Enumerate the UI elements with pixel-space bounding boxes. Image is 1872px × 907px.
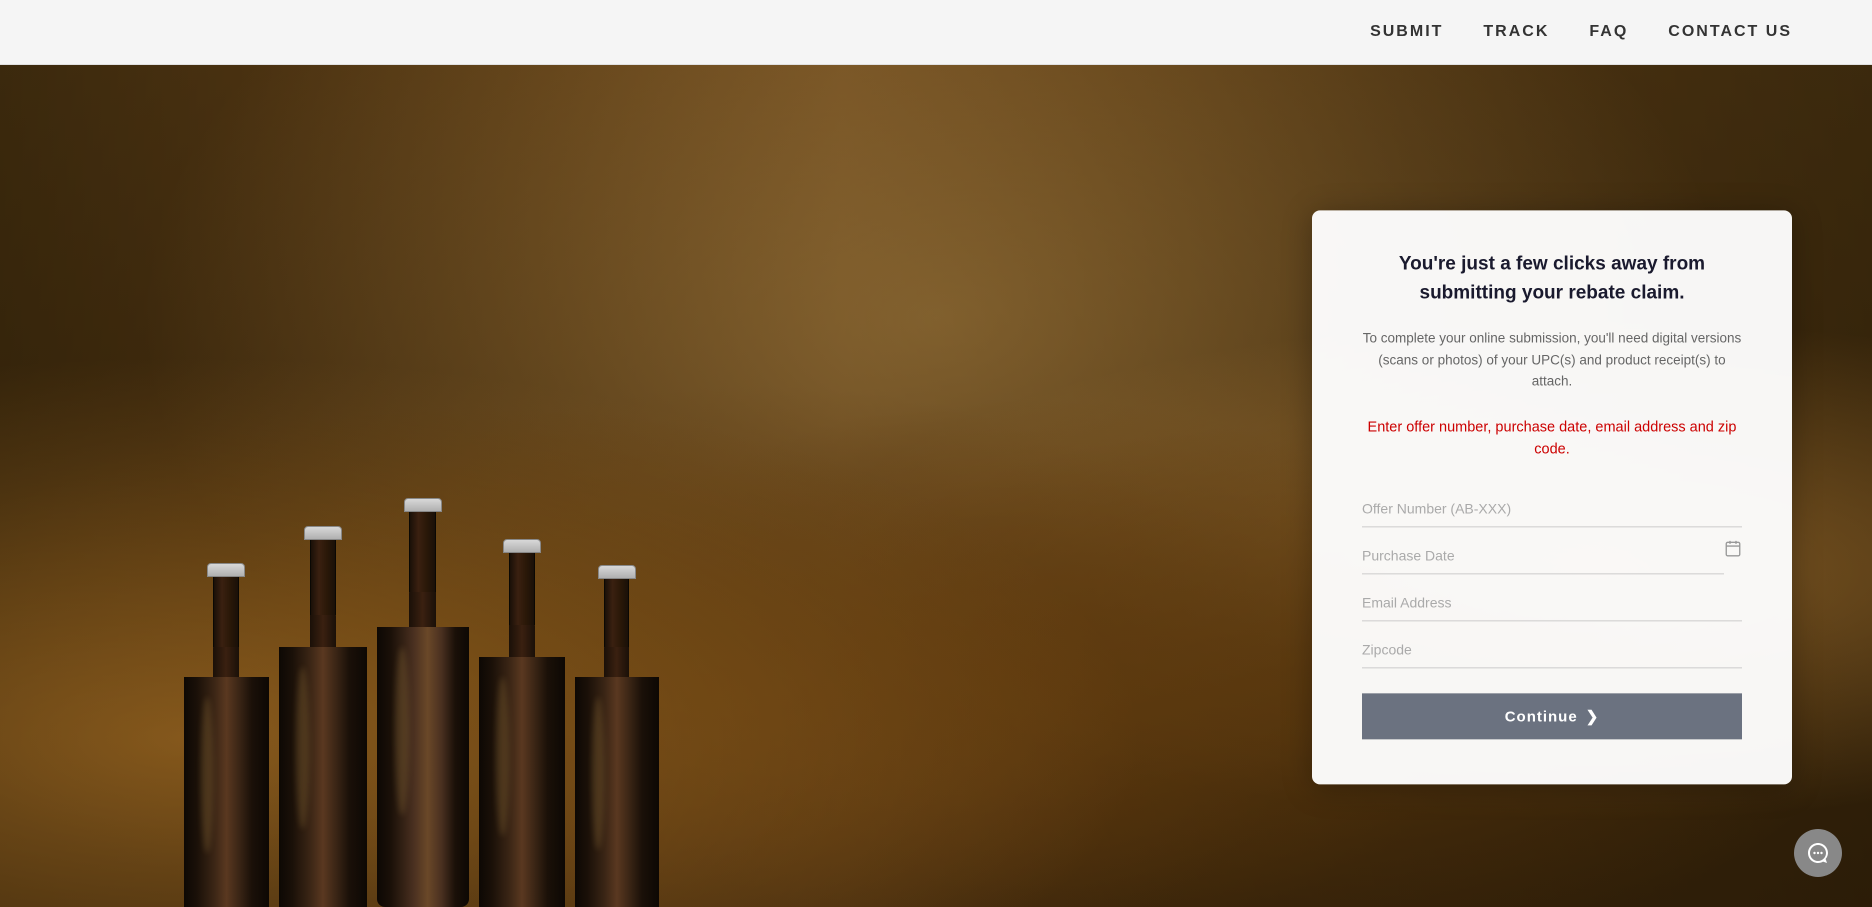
zipcode-input[interactable] — [1362, 630, 1742, 669]
continue-button-label: Continue — [1505, 708, 1578, 725]
bottles-background — [0, 65, 842, 907]
nav-bar: SUBMIT TRACK FAQ CONTACT US — [1370, 23, 1792, 41]
bottle-3 — [377, 498, 469, 907]
nav-track[interactable]: TRACK — [1483, 23, 1549, 41]
zipcode-field — [1362, 630, 1742, 669]
card-title: You're just a few clicks away from submi… — [1362, 250, 1742, 307]
purchase-date-input[interactable] — [1362, 536, 1724, 575]
continue-button[interactable]: Continue ❯ — [1362, 694, 1742, 740]
offer-number-field — [1362, 489, 1742, 528]
bottle-1 — [184, 563, 269, 907]
email-address-input[interactable] — [1362, 583, 1742, 622]
offer-number-input[interactable] — [1362, 489, 1742, 528]
purchase-date-field — [1362, 536, 1742, 575]
chat-icon — [1806, 841, 1830, 865]
header: SUBMIT TRACK FAQ CONTACT US — [0, 0, 1872, 65]
card-description: To complete your online submission, you'… — [1362, 327, 1742, 392]
bottle-5 — [575, 565, 659, 907]
calendar-icon[interactable] — [1724, 540, 1742, 571]
bottle-2 — [279, 526, 367, 907]
card-instruction: Enter offer number, purchase date, email… — [1362, 417, 1742, 461]
bottle-4 — [479, 539, 565, 907]
nav-faq[interactable]: FAQ — [1589, 23, 1628, 41]
nav-submit[interactable]: SUBMIT — [1370, 23, 1443, 41]
nav-contact-us[interactable]: CONTACT US — [1668, 23, 1792, 41]
background-image: You're just a few clicks away from submi… — [0, 65, 1872, 907]
email-address-field — [1362, 583, 1742, 622]
form-card: You're just a few clicks away from submi… — [1312, 210, 1792, 784]
continue-arrow-icon: ❯ — [1586, 708, 1600, 726]
chat-widget[interactable] — [1794, 829, 1842, 877]
